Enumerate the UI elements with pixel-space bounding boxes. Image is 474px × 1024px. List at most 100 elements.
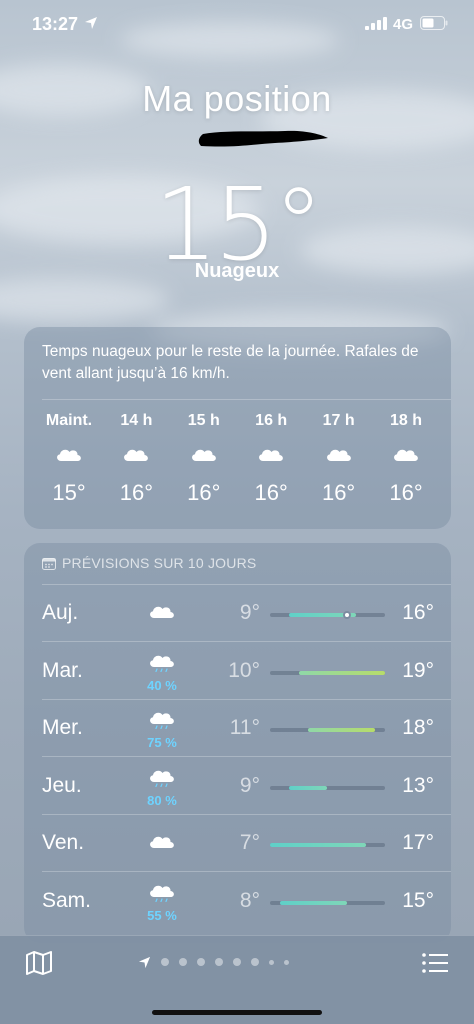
battery-icon [420,16,448,30]
daily-row[interactable]: Auj. 9° 16° [24,585,451,642]
daily-header: PRÉVISIONS SUR 10 JOURS [42,555,256,571]
daily-low: 10° [228,658,260,682]
daily-low: 7° [239,831,260,854]
hourly-time: 16 h [255,412,288,429]
hourly-item: 18 h 16° [371,412,441,506]
current-weather-header: Ma position 15° Nuageux [0,78,474,283]
daily-day: Auj. [42,601,79,624]
list-icon[interactable] [421,950,449,976]
hourly-temp: 16° [187,480,221,505]
cloud-icon [371,444,441,468]
precip-chance: 40 % [147,677,177,693]
hourly-time: 17 h [322,412,355,429]
daily-low: 9° [239,601,260,624]
daily-row[interactable]: Mer. 75 % 11° 18° [24,700,451,757]
precip-chance: 75 % [147,735,177,750]
page-dot[interactable] [284,959,289,965]
hourly-temp: 15° [52,480,86,505]
hourly-item: Maint. 15° [34,412,104,506]
temp-range-bar [270,900,385,905]
page-dot[interactable] [233,958,241,966]
daily-day: Mer. [42,716,83,739]
page-dot[interactable] [269,959,274,965]
daily-low: 8° [239,888,260,912]
redacted-mark [198,130,328,147]
hourly-item: 17 h 16° [304,412,374,506]
cloud-icon [169,444,239,468]
network-type: 4G [393,16,414,33]
page-dot[interactable] [251,958,259,966]
daily-low: 11° [229,716,260,739]
daily-day: Sam. [42,888,92,912]
hourly-list: Maint. 15° 14 h 16° 15 h 16° 16 h 16° 17 h 16° 18 … [34,412,444,512]
precip-chance: 80 % [147,792,177,808]
daily-forecast-card[interactable]: PRÉVISIONS SUR 10 JOURS Auj. 9° 16° Mar. 40 … [24,543,451,943]
temp-range-fill [308,728,376,732]
location-page-icon[interactable] [138,956,151,969]
signal-icon [365,17,387,30]
temp-range-fill [289,785,328,790]
page-dot[interactable] [179,958,187,966]
cloud-icon [142,831,182,858]
hourly-temp: 16° [321,480,356,505]
temp-range-fill [298,670,385,675]
hourly-summary: Temps nuageux pour le reste de la journé… [42,343,419,382]
temp-range-fill [279,900,347,905]
daily-high: 13° [402,773,434,797]
cloud-icon [142,601,182,628]
daily-low: 9° [239,773,260,797]
temp-range-bar [270,670,385,675]
map-icon[interactable] [25,950,53,976]
daily-row[interactable]: Sam. 55 % 8° 15° [24,873,451,930]
daily-day: Ven. [42,831,85,854]
location-title: Ma position [142,78,332,119]
daily-high: 18° [402,716,434,739]
temp-range-bar [270,611,385,619]
cloud-rain-icon: 40 % [142,650,182,693]
temp-range-bar [270,843,385,847]
hourly-time: 18 h [389,412,422,429]
page-dot[interactable] [215,958,223,966]
hourly-temp: 16° [389,480,423,505]
status-bar: 13:27 4G [0,12,474,38]
hourly-time: 15 h [187,412,220,429]
hourly-forecast-card[interactable]: Temps nuageux pour le reste de la journé… [24,327,451,529]
bottom-toolbar [0,935,474,1024]
temp-range-bar [270,728,385,732]
page-indicator[interactable] [138,954,289,970]
temp-range-bar [270,785,385,790]
current-temp-marker [342,611,351,619]
hourly-time: Maint. [45,412,93,429]
cloud-rain-icon: 75 % [142,707,182,750]
page-dot[interactable] [197,958,205,966]
cloud-rain-icon: 55 % [142,880,182,923]
daily-high: 19° [402,658,434,682]
daily-day: Jeu. [42,773,82,797]
hourly-temp: 16° [254,480,288,505]
cloud-icon [34,444,104,468]
daily-row[interactable]: Jeu. 80 % 9° 13° [24,758,451,815]
temp-range-fill [270,843,366,847]
hourly-item: 16 h 16° [236,412,306,506]
calendar-icon [42,557,56,570]
daily-high: 15° [402,888,434,912]
cloud-icon [236,444,306,468]
cloud-rain-icon: 80 % [142,765,182,808]
precip-chance: 55 % [147,907,177,923]
daily-row[interactable]: Mar. 40 % 10° 19° [24,643,451,700]
hourly-item: 14 h 16° [101,412,171,506]
daily-row[interactable]: Ven. 7° 17° [24,815,451,872]
home-indicator[interactable] [152,1010,322,1015]
page-dot[interactable] [161,958,169,966]
daily-header-label: PRÉVISIONS SUR 10 JOURS [62,555,257,571]
location-arrow-icon [85,17,97,29]
current-condition: Nuageux [194,260,280,282]
hourly-item: 15 h 16° [169,412,239,506]
hourly-temp: 16° [119,480,154,505]
hourly-divider [42,399,451,400]
hourly-time: 14 h [120,412,153,429]
daily-day: Mar. [42,658,83,682]
daily-high: 17° [402,831,434,854]
daily-high: 16° [402,601,434,624]
cloud-icon [304,444,374,468]
